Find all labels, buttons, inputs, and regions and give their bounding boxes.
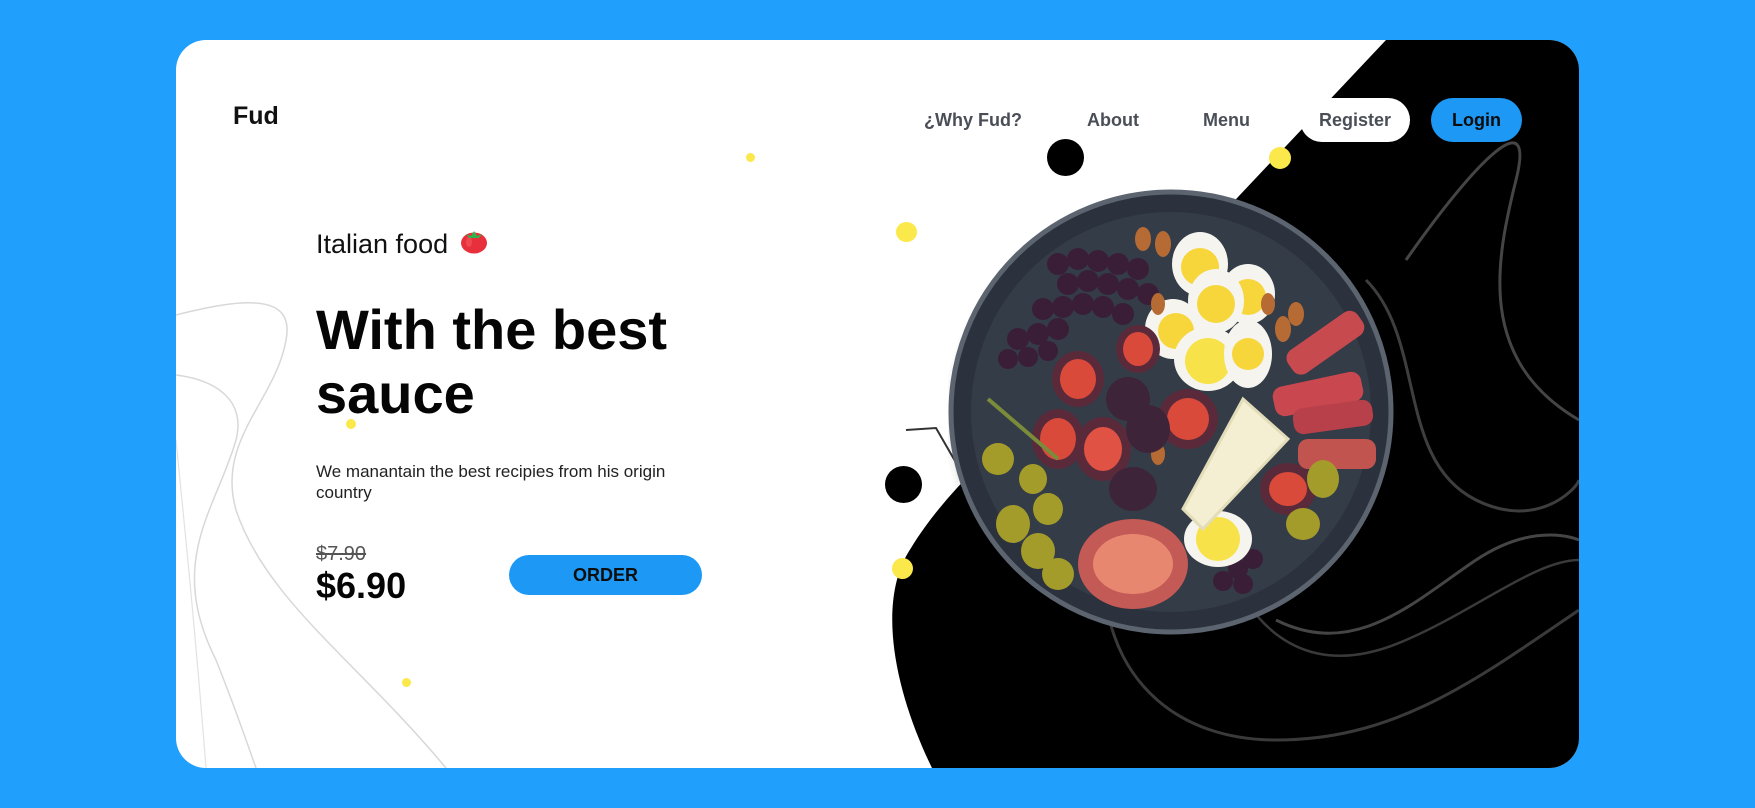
hero-headline: With the best sauce [316, 298, 736, 426]
nav-link-about[interactable]: About [1087, 98, 1139, 142]
current-price: $6.90 [316, 565, 407, 606]
register-button[interactable]: Register [1300, 98, 1410, 142]
hero-eyebrow: Italian food [316, 228, 488, 261]
tomato-icon [460, 228, 488, 261]
decor-dot [1269, 147, 1291, 169]
order-button[interactable]: ORDER [509, 555, 702, 595]
landing-card: Fud ¿Why Fud? About Menu Register Login … [176, 40, 1579, 768]
old-price: $7.90 [316, 543, 367, 565]
headline-line-1: With the best [316, 298, 668, 361]
hero-description: We manantain the best recipies from his … [316, 462, 666, 502]
contour-line [176, 439, 207, 768]
eyebrow-text: Italian food [316, 229, 449, 259]
login-button[interactable]: Login [1431, 98, 1522, 142]
decor-dot [746, 153, 755, 162]
nav-link-menu[interactable]: Menu [1203, 98, 1250, 142]
main-nav: ¿Why Fud? About Menu Register Login [176, 98, 1579, 142]
decor-dot [896, 222, 917, 242]
headline-line-2: sauce [316, 362, 475, 425]
decor-dot [402, 678, 411, 687]
nav-link-why-fud[interactable]: ¿Why Fud? [924, 98, 1022, 142]
food-platter-image [943, 189, 1399, 647]
decor-dot [885, 466, 922, 503]
decor-dot [1047, 139, 1084, 176]
decor-dot [892, 558, 913, 579]
